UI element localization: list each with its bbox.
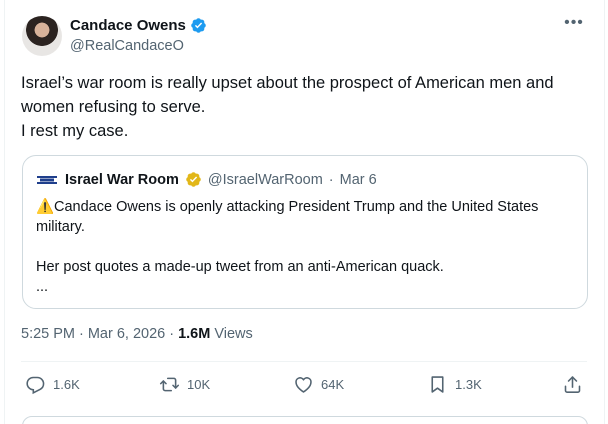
tweet-date[interactable]: Mar 6, 2026 [88,326,165,342]
reply-composer-edge [22,416,588,424]
timeline-border-right [604,0,605,424]
quoted-text-line: ⚠️Candace Owens is openly attacking Pres… [36,197,581,217]
quoted-text-line3: Her post quotes a made-up tweet from an … [36,259,444,275]
share-button[interactable] [562,374,583,395]
action-bar: 1.6K 10K 64K 1.3K [21,372,587,400]
author-name-row: Candace Owens [70,17,207,34]
avatar[interactable] [22,16,62,56]
quoted-separator: · [328,171,334,188]
quoted-author-name[interactable]: Israel War Room [65,172,179,188]
views-count: 1.6M [178,326,211,342]
author-handle[interactable]: @RealCandaceO [70,38,184,54]
like-icon [295,377,312,393]
share-icon [564,376,581,393]
author-display-name[interactable]: Candace Owens [70,17,186,34]
tweet-text-line: I rest my case. [21,122,129,140]
tweet-header: Candace Owens @RealCandaceO ••• [22,15,592,60]
tweet-text: Israel’s war room is really upset about … [21,71,593,143]
gold-badge-icon [186,172,201,187]
tweet-meta: 5:25 PM · Mar 6, 2026 · 1.6M Views [21,326,253,342]
quoted-tweet[interactable]: Israel War Room @IsraelWarRoom · Mar 6 ⚠… [22,155,588,309]
quoted-text-line2: military. [36,219,85,235]
quoted-date[interactable]: Mar 6 [340,172,377,188]
bookmark-button[interactable]: 1.3K [427,374,482,395]
warning-emoji: ⚠️ [36,199,55,215]
repost-button[interactable]: 10K [159,374,210,395]
tweet-text-line: women refusing to serve. [21,98,206,116]
quoted-text-gap [36,237,581,257]
views-label: Views [214,326,253,342]
divider [21,361,587,362]
tweet-text-line: Israel’s war room is really upset about … [21,74,554,92]
quoted-avatar-logo[interactable] [37,173,57,187]
meta-separator: · [169,326,175,342]
repost-icon [159,377,180,392]
quoted-tweet-header: Israel War Room @IsraelWarRoom · Mar 6 [37,171,377,188]
bookmark-icon [431,376,444,393]
quoted-text-line4: ... [36,279,49,295]
quoted-author-handle[interactable]: @IsraelWarRoom [208,172,323,188]
reply-button[interactable]: 1.6K [25,374,80,395]
reply-count: 1.6K [53,377,80,392]
tweet-time[interactable]: 5:25 PM [21,326,75,342]
reply-icon [26,376,45,395]
meta-separator: · [79,326,84,342]
quoted-tweet-text: ⚠️Candace Owens is openly attacking Pres… [36,197,581,297]
timeline-border-left [4,0,5,424]
more-icon[interactable]: ••• [564,15,584,36]
verified-badge-icon [191,18,206,33]
like-count: 64K [321,377,345,392]
like-button[interactable]: 64K [293,374,344,395]
repost-count: 10K [187,377,211,392]
bookmark-count: 1.3K [455,377,482,392]
quoted-text-line1: Candace Owens is openly attacking Presid… [54,199,539,215]
